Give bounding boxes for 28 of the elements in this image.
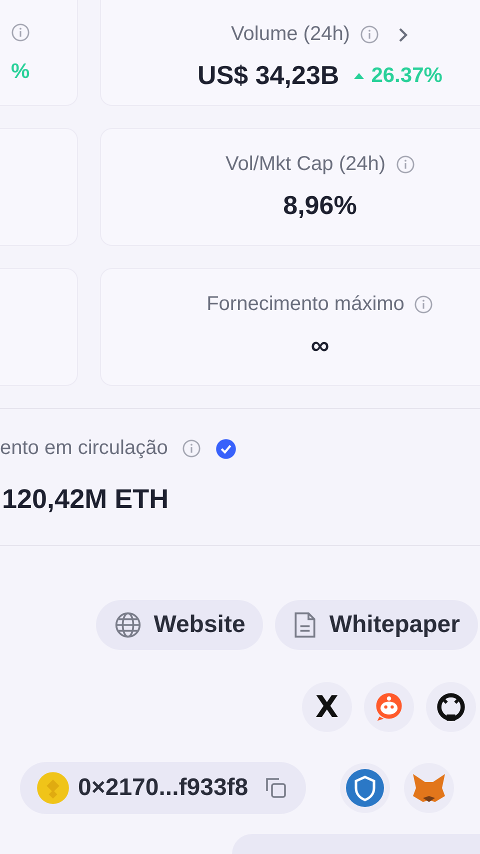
copy-icon[interactable] — [264, 776, 288, 800]
contract-address-button[interactable]: 0×2170...f933f8 — [20, 762, 306, 814]
stat-value: ∞ — [310, 330, 330, 361]
stat-label: Vol/Mkt Cap (24h) — [225, 153, 386, 176]
stat-label: ento em circulação — [0, 437, 168, 460]
link-button[interactable]: Website — [96, 600, 264, 650]
change-text: % — [11, 60, 30, 84]
stat-value: 120,42M ETH — [2, 484, 169, 515]
stat-value: US$ 34,23B — [198, 60, 340, 91]
globe-icon — [114, 611, 142, 639]
x-button[interactable]: X — [302, 682, 352, 732]
info-icon[interactable] — [360, 25, 379, 44]
link-button[interactable]: Whitepaper — [275, 600, 478, 650]
stat-label: Volume (24h) — [231, 23, 350, 46]
coin-icon — [36, 771, 70, 805]
info-icon[interactable] — [182, 439, 201, 458]
document-icon — [293, 611, 318, 639]
shield-icon — [345, 768, 386, 808]
info-icon[interactable] — [11, 23, 30, 42]
stat-value: 8,96% — [283, 190, 357, 221]
info-icon[interactable] — [414, 295, 434, 314]
github-button[interactable] — [426, 682, 476, 732]
reddit-icon — [373, 691, 405, 723]
stat-label: Fornecimento máximo — [206, 293, 404, 316]
chevron-icon[interactable] — [396, 26, 409, 42]
reddit-button[interactable] — [364, 682, 414, 732]
change-text: 26.37% — [371, 64, 442, 88]
info-icon[interactable] — [396, 155, 415, 174]
